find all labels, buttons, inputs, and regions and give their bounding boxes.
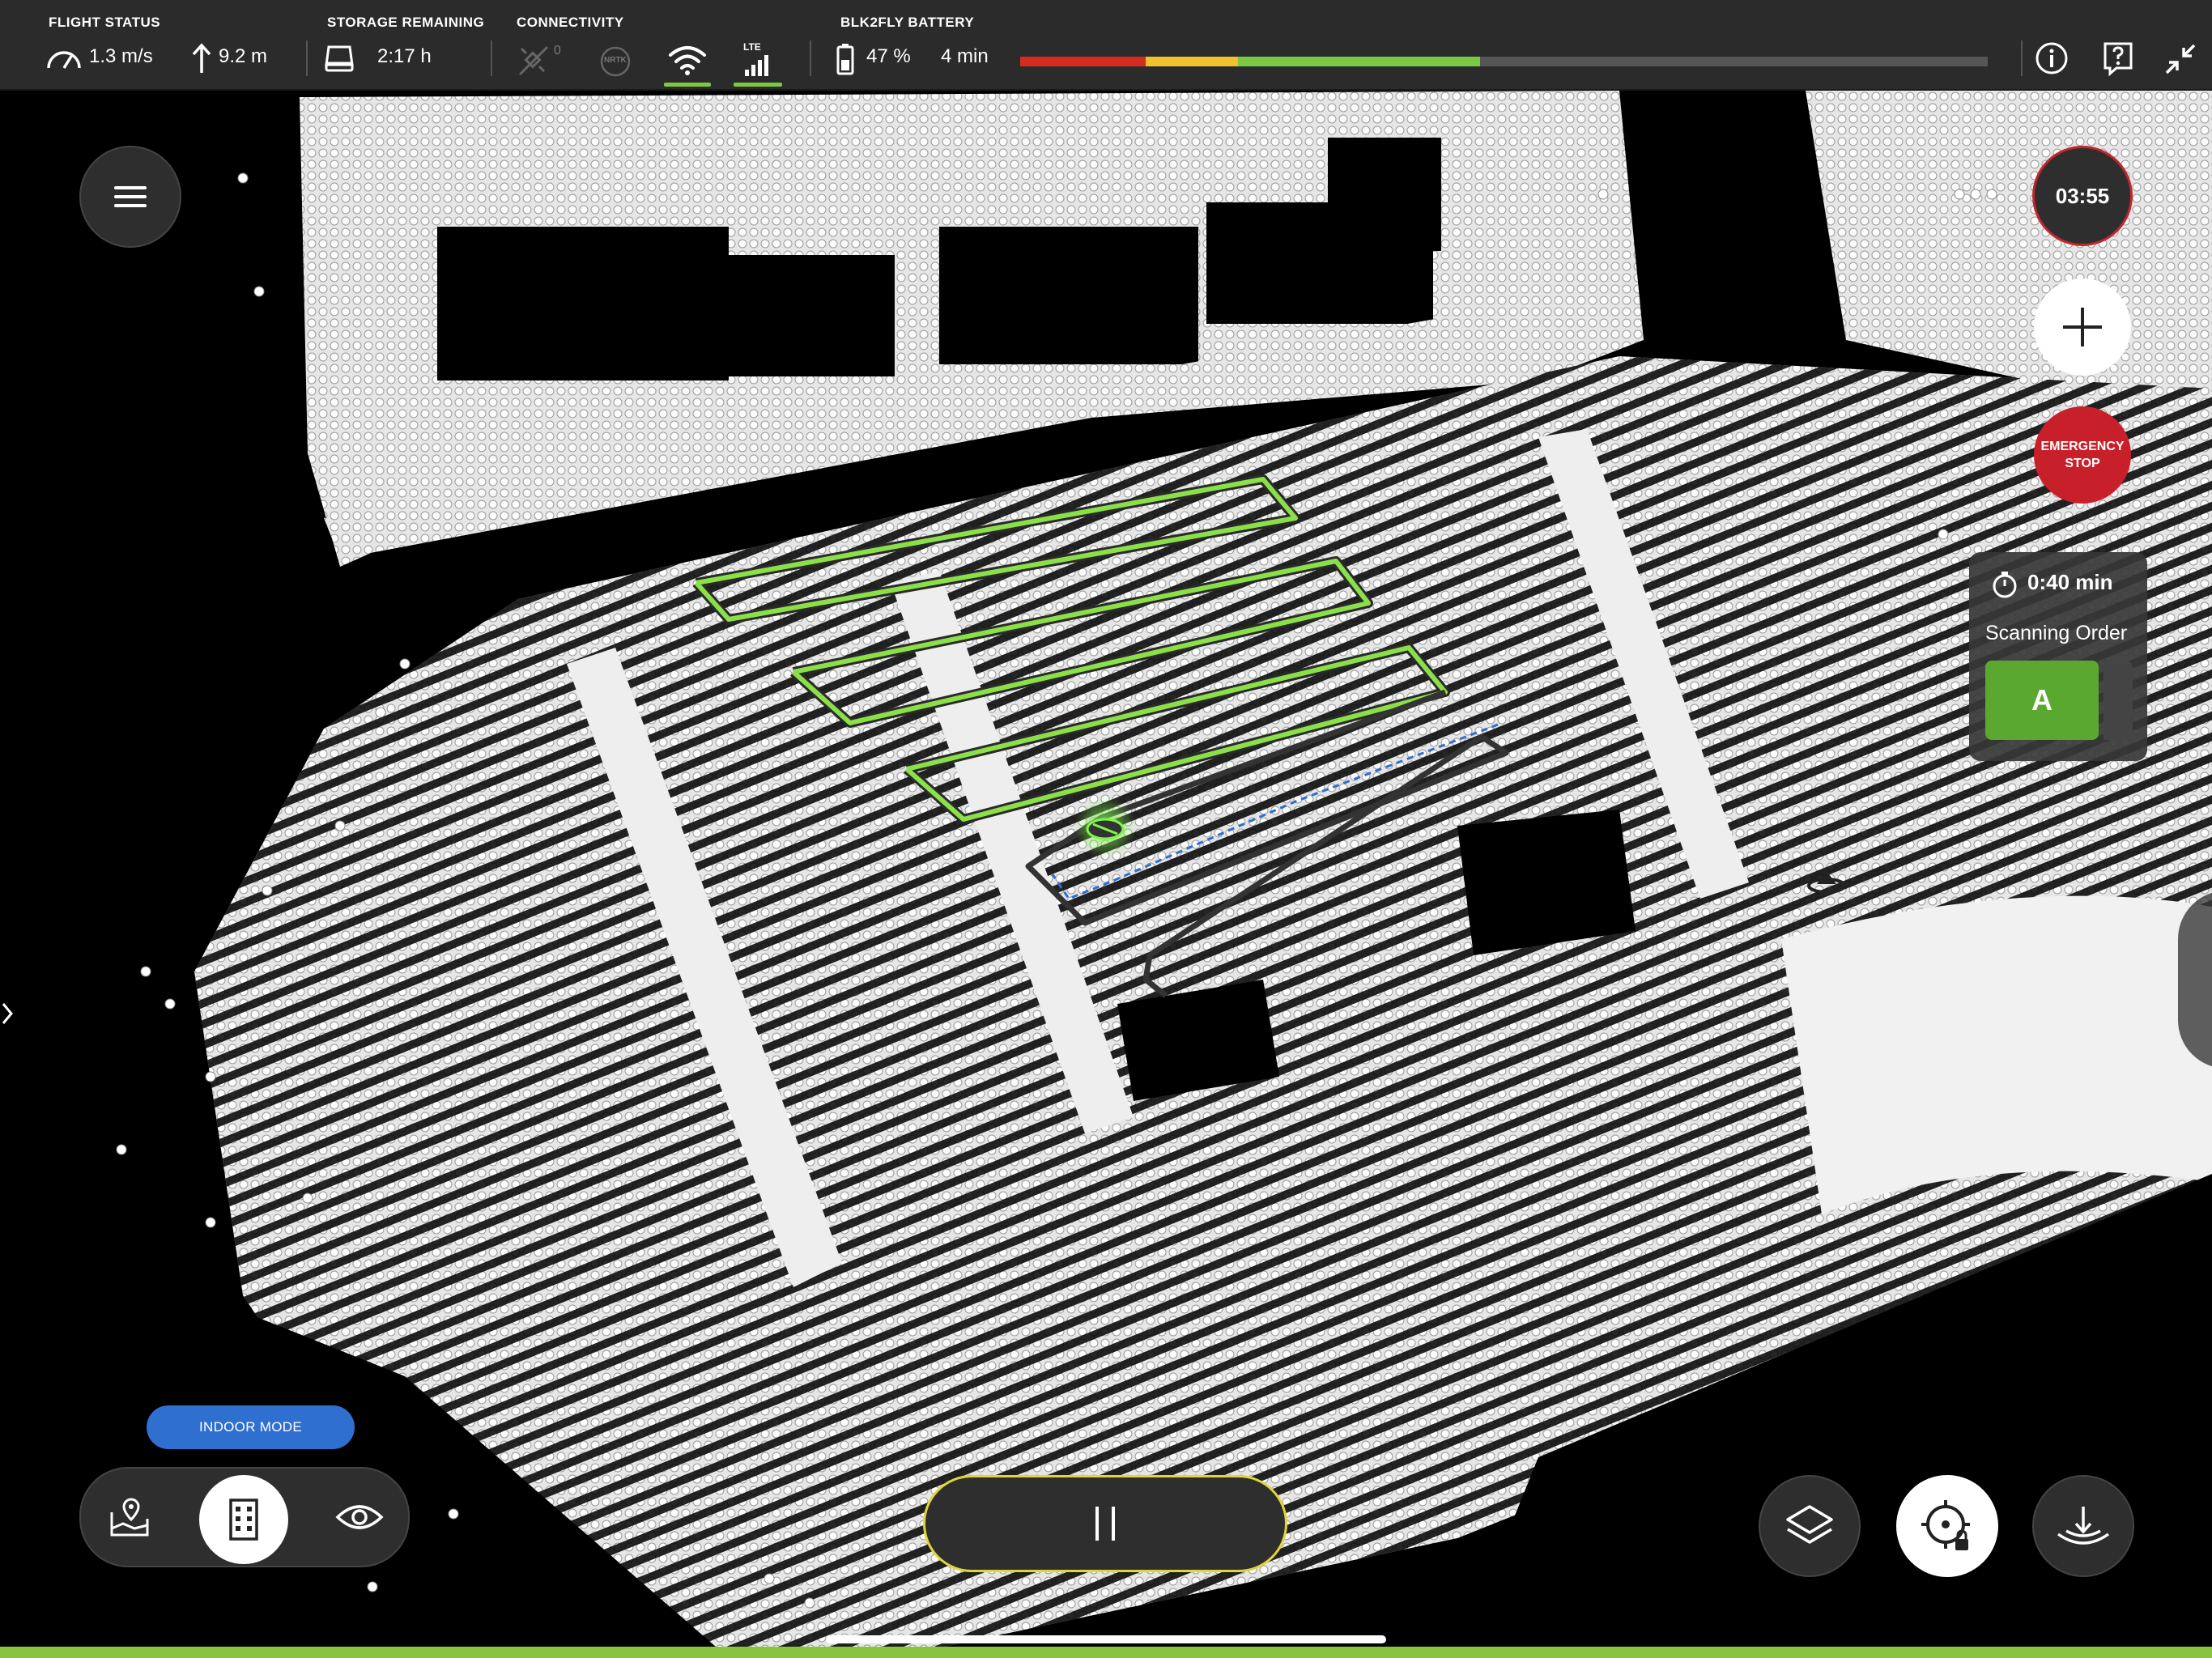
indoor-mode-button[interactable]: INDOOR MODE — [147, 1405, 355, 1449]
home-indicator[interactable] — [826, 1635, 1386, 1643]
connectivity-label: CONNECTIVITY — [517, 15, 624, 30]
scan-order-value: A — [2031, 683, 2052, 716]
battery-time: 4 min — [941, 45, 989, 67]
emergency-stop-line1: EMERGENCY — [2040, 440, 2125, 453]
scan-order-side — [2104, 661, 2133, 740]
emergency-stop-line2: STOP — [2065, 457, 2100, 470]
plus-icon — [2063, 308, 2102, 346]
satellite-icon — [518, 45, 549, 76]
flight-timer-button[interactable]: 03:55 — [2032, 146, 2133, 246]
drone-icon[interactable] — [1086, 818, 1125, 840]
expand-left-panel-icon[interactable] — [0, 1001, 16, 1027]
storage-drive-icon — [325, 45, 354, 72]
gps-count: 0 — [554, 44, 561, 57]
progress-line — [0, 1647, 2212, 1658]
target-lock-icon — [1921, 1500, 1970, 1550]
building-view-button[interactable] — [199, 1475, 288, 1564]
flight-status-label: FLIGHT STATUS — [49, 15, 161, 30]
help-icon[interactable] — [2100, 40, 2136, 76]
eye-icon — [335, 1505, 384, 1529]
layers-icon — [1786, 1505, 1833, 1544]
scanning-order-panel: 0:40 min Scanning Order A — [1969, 552, 2147, 761]
scan-order-a-button[interactable]: A — [1985, 661, 2099, 740]
battery-icon — [836, 44, 854, 75]
stopwatch-icon — [1993, 572, 2017, 598]
pause-mission-button[interactable] — [923, 1475, 1287, 1572]
altitude-value: 9.2 m — [219, 45, 268, 67]
battery-percent: 47 % — [866, 45, 911, 67]
hamburger-icon — [114, 186, 147, 207]
scan-time: 0:40 min — [2027, 570, 2113, 594]
camera-view-button[interactable] — [311, 1469, 408, 1566]
map-view-button[interactable] — [81, 1469, 178, 1566]
wifi-icon — [669, 46, 706, 75]
emergency-stop-button[interactable]: EMERGENCY STOP — [2034, 406, 2131, 504]
land-button[interactable] — [2032, 1475, 2134, 1577]
view-mode-selector — [79, 1467, 410, 1567]
landing-icon — [2057, 1507, 2110, 1545]
lte-label: LTE — [743, 41, 761, 53]
battery-level-bar — [1020, 57, 1988, 66]
locate-lock-button[interactable] — [1896, 1475, 1998, 1577]
storage-label: STORAGE REMAINING — [327, 15, 485, 30]
storage-time: 2:17 h — [377, 45, 432, 67]
battery-label: BLK2FLY BATTERY — [840, 15, 975, 30]
altitude-arrow-icon — [192, 43, 211, 73]
lte-signal-icon — [745, 55, 768, 76]
nrtk-label: NRTK — [604, 56, 627, 65]
pause-icon — [1095, 1507, 1115, 1541]
menu-button[interactable] — [79, 146, 181, 248]
right-panel-tab[interactable] — [2178, 891, 2212, 1069]
layers-button[interactable] — [1759, 1475, 1861, 1577]
indoor-mode-label: INDOOR MODE — [198, 1419, 303, 1435]
collapse-icon[interactable] — [2163, 42, 2197, 76]
battery-segment-green — [1237, 57, 1480, 66]
battery-segment-yellow — [1146, 57, 1238, 66]
map-pin-icon — [110, 1498, 149, 1537]
speed-value: 1.3 m/s — [89, 45, 153, 67]
building-icon — [229, 1499, 258, 1541]
speedometer-icon — [47, 51, 81, 69]
scan-order-label: Scanning Order — [1985, 622, 2128, 644]
battery-segment-red — [1020, 57, 1146, 66]
flight-timer-value: 03:55 — [2055, 183, 2110, 208]
info-icon[interactable] — [2034, 40, 2069, 76]
status-bar: FLIGHT STATUS 1.3 m/s 9.2 m STORAGE REMA… — [0, 0, 2212, 91]
add-button[interactable] — [2034, 278, 2131, 376]
